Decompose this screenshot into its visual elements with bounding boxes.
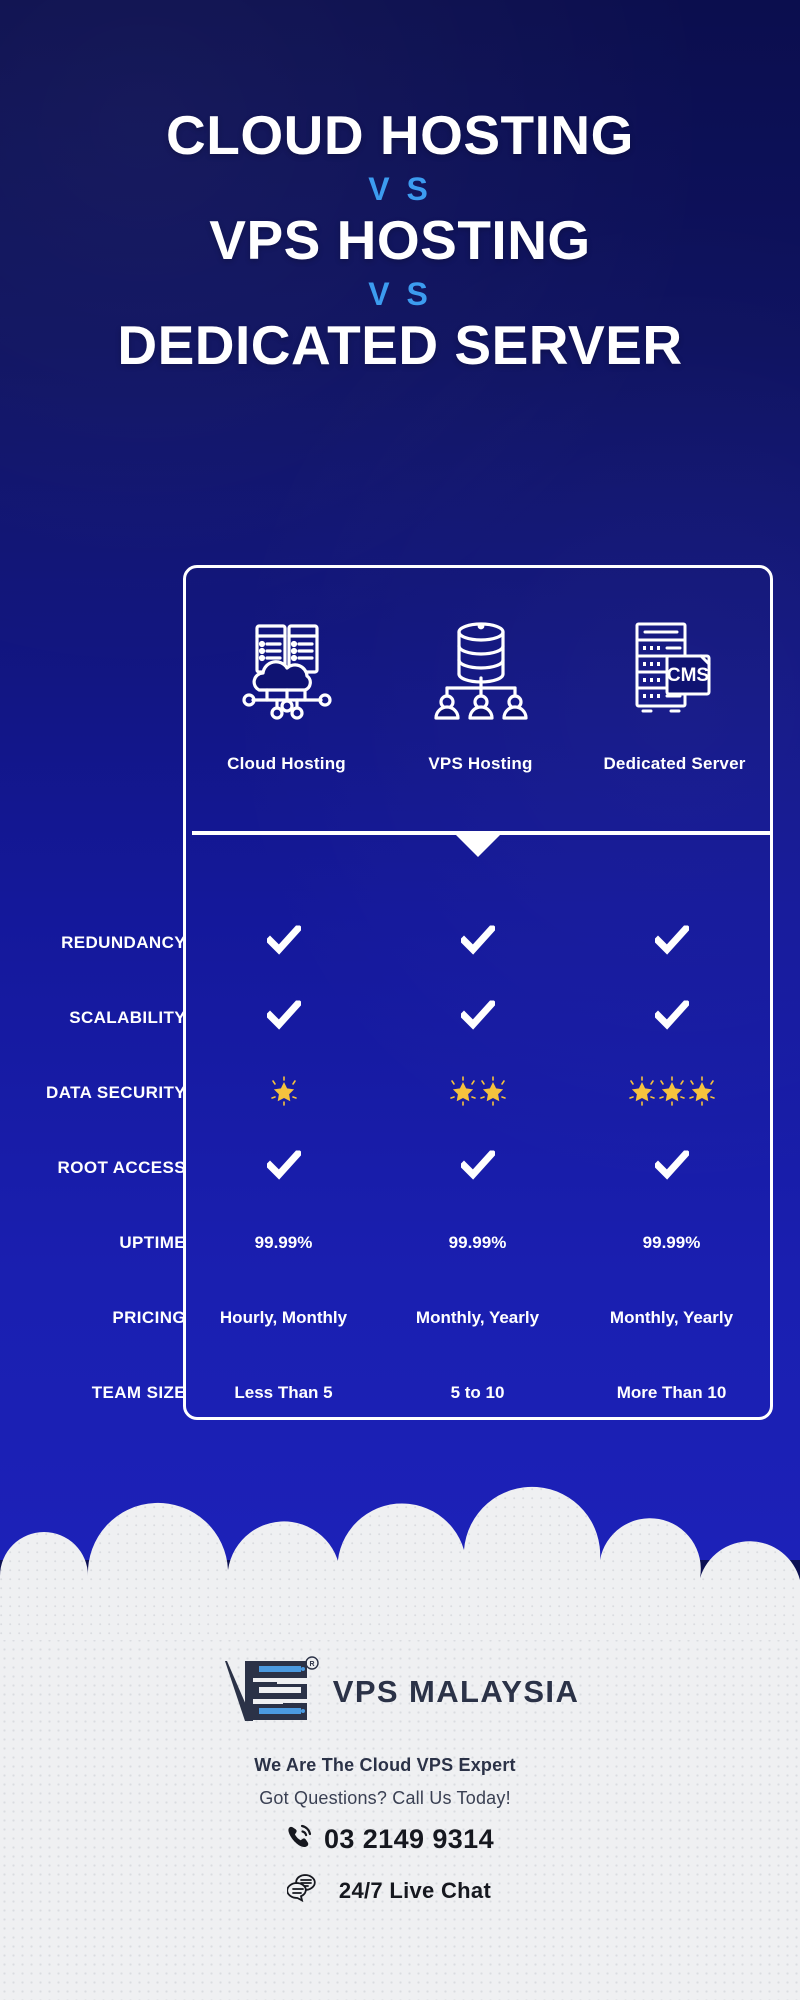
table-row: REDUNDANCY bbox=[0, 905, 800, 980]
server-rack-cms-icon: CMS bbox=[582, 590, 767, 750]
title-vs-2: V S bbox=[368, 276, 432, 312]
check-icon bbox=[652, 923, 691, 960]
table-row: UPTIME 99.99% 99.99% 99.99% bbox=[0, 1205, 800, 1280]
star-icon bbox=[657, 1075, 687, 1112]
table-row: ROOT ACCESS bbox=[0, 1130, 800, 1205]
page-title: CLOUD HOSTING V S VPS HOSTING V S DEDICA… bbox=[0, 108, 800, 373]
brand-row: R VPS MALAYSIA bbox=[0, 1655, 800, 1729]
cell-check bbox=[191, 1148, 376, 1185]
phone-number[interactable]: 03 2149 9314 bbox=[324, 1824, 494, 1855]
row-label: PRICING bbox=[112, 1307, 186, 1327]
row-label: UPTIME bbox=[119, 1232, 186, 1252]
footer-subtagline: Got Questions? Call Us Today! bbox=[259, 1788, 511, 1808]
column-header-dedicated-server: CMS Dedicated Server bbox=[582, 590, 767, 774]
table-row: SCALABILITY bbox=[0, 980, 800, 1055]
phone-ringing-icon bbox=[284, 1822, 314, 1857]
cell-check bbox=[191, 998, 376, 1035]
row-label: DATA SECURITY bbox=[46, 1082, 186, 1102]
cell-check bbox=[385, 998, 570, 1035]
table-row: PRICING Hourly, Monthly Monthly, Yearly Mon… bbox=[0, 1280, 800, 1355]
column-label: Cloud Hosting bbox=[227, 754, 346, 773]
vps-malaysia-logo-icon: R bbox=[221, 1655, 319, 1729]
cell-value: 99.99% bbox=[642, 1232, 701, 1252]
row-label: SCALABILITY bbox=[69, 1007, 186, 1027]
phone-row[interactable]: 03 2149 9314 bbox=[0, 1822, 800, 1857]
check-icon bbox=[458, 923, 497, 960]
cell-check bbox=[579, 923, 764, 960]
title-line-cloud-hosting: CLOUD HOSTING bbox=[166, 104, 634, 166]
cell-check bbox=[385, 923, 570, 960]
chat-bubbles-icon bbox=[286, 1872, 327, 1909]
column-label: VPS Hosting bbox=[428, 754, 533, 773]
cell-rating bbox=[579, 1075, 764, 1112]
database-users-tree-icon bbox=[388, 590, 573, 750]
star-icon bbox=[269, 1075, 299, 1112]
comparison-rows: REDUNDANCY SCALABILITY DATA SECURITY ROOT A… bbox=[0, 905, 800, 1430]
cell-value: 99.99% bbox=[254, 1232, 313, 1252]
cell-check bbox=[385, 1148, 570, 1185]
cell-value: Hourly, Monthly bbox=[219, 1307, 348, 1327]
cell-rating bbox=[191, 1075, 376, 1112]
cloud-server-network-icon bbox=[194, 590, 379, 750]
star-icon bbox=[478, 1075, 508, 1112]
check-icon bbox=[264, 998, 303, 1035]
header-arrow-icon bbox=[456, 835, 500, 857]
chat-row[interactable]: 24/7 Live Chat bbox=[0, 1872, 800, 1909]
title-line-vps-hosting: VPS HOSTING bbox=[209, 209, 591, 271]
svg-text:CMS: CMS bbox=[666, 665, 708, 686]
column-label: Dedicated Server bbox=[603, 754, 746, 773]
cell-value: Monthly, Yearly bbox=[415, 1307, 540, 1327]
footer: R VPS MALAYSIA We Are The Cloud VPS Expe… bbox=[0, 1600, 800, 2000]
check-icon bbox=[264, 1148, 303, 1185]
row-label: REDUNDANCY bbox=[61, 932, 186, 952]
cell-value: Monthly, Yearly bbox=[609, 1307, 734, 1327]
cell-check bbox=[579, 1148, 764, 1185]
svg-text:R: R bbox=[309, 1661, 314, 1668]
title-line-dedicated-server: DEDICATED SERVER bbox=[117, 314, 683, 376]
column-header-vps-hosting: VPS Hosting bbox=[388, 590, 573, 774]
check-icon bbox=[652, 1148, 691, 1185]
chat-label[interactable]: 24/7 Live Chat bbox=[339, 1878, 491, 1904]
column-header-cloud-hosting: Cloud Hosting bbox=[194, 590, 379, 774]
table-row: DATA SECURITY bbox=[0, 1055, 800, 1130]
footer-tagline: We Are The Cloud VPS Expert bbox=[254, 1755, 516, 1775]
cell-rating bbox=[385, 1075, 570, 1112]
check-icon bbox=[652, 998, 691, 1035]
title-vs-1: V S bbox=[368, 171, 432, 207]
star-icon bbox=[448, 1075, 478, 1112]
brand-name: VPS MALAYSIA bbox=[332, 1674, 580, 1709]
cell-check bbox=[191, 923, 376, 960]
cell-check bbox=[579, 998, 764, 1035]
comparison-card-header: Cloud Hosting VPS Hosting CMS Dedicated … bbox=[186, 568, 770, 833]
check-icon bbox=[264, 923, 303, 960]
check-icon bbox=[458, 1148, 497, 1185]
cloud-divider-graphic bbox=[0, 1380, 800, 1640]
check-icon bbox=[458, 998, 497, 1035]
row-label: ROOT ACCESS bbox=[57, 1157, 186, 1177]
star-icon bbox=[687, 1075, 717, 1112]
cell-value: 99.99% bbox=[448, 1232, 507, 1252]
star-icon bbox=[627, 1075, 657, 1112]
